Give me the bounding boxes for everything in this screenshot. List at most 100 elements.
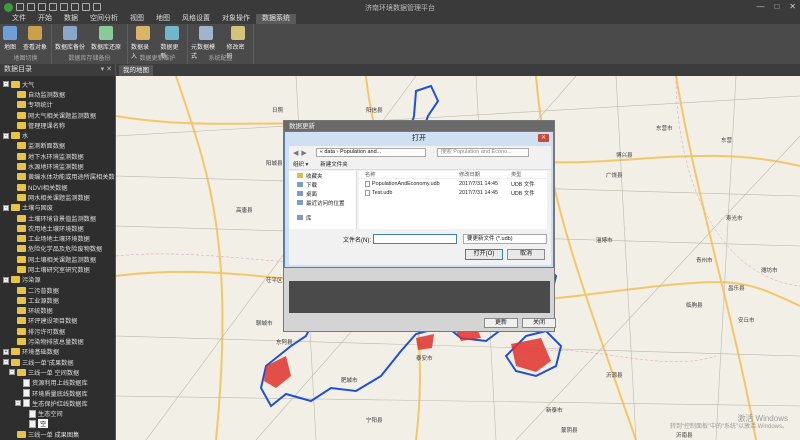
tree-item[interactable]: - 污染源 (0, 275, 115, 285)
collapse-icon[interactable]: - (3, 204, 9, 211)
tree-item[interactable]: - 三线一单”成果数据 (0, 357, 115, 367)
menu-object[interactable]: 对象操作 (216, 14, 256, 24)
tree-item[interactable]: 三线一单 成果图集 (0, 429, 115, 439)
nav-libraries[interactable]: 库 (289, 213, 356, 222)
open-icon[interactable] (27, 3, 35, 11)
tree-item[interactable]: 生态空间 (0, 409, 115, 419)
collapse-icon[interactable]: - (3, 276, 9, 283)
cancel-button[interactable]: 取消 (507, 249, 545, 260)
maximize-button[interactable]: □ (774, 2, 779, 11)
menu-spatial-analysis[interactable]: 空间分析 (84, 14, 124, 24)
file-list-header: 名称 修改日期 类型 (359, 171, 547, 179)
close-dialog-button[interactable]: 关闭 (522, 318, 556, 328)
column-date[interactable]: 修改日期 (459, 171, 511, 178)
tree-item[interactable]: 工业场地土壤环境数据 (0, 233, 115, 243)
tree-item[interactable]: 监测断面数据 (0, 141, 115, 151)
search-input[interactable]: 搜索 Population and Econo... (436, 148, 529, 157)
tree-item[interactable]: 专项统计 (0, 100, 115, 110)
nav-downloads[interactable]: 下载 (289, 180, 356, 189)
collapse-icon[interactable]: - (3, 359, 9, 366)
redo-icon[interactable] (49, 3, 57, 11)
tree-item[interactable]: 环统数据 (0, 306, 115, 316)
filename-input[interactable] (373, 234, 457, 244)
map-place-label: 东阿县 (276, 340, 293, 346)
tree-item[interactable]: 污染物排放总量数据 (0, 336, 115, 346)
db-restore-button[interactable]: 数据库还原 (88, 26, 124, 51)
open-button[interactable]: 打开(O) (465, 249, 503, 260)
tree-item[interactable]: 二污普数据 (0, 285, 115, 295)
save-icon[interactable] (16, 3, 24, 11)
collapse-icon[interactable]: - (3, 81, 9, 88)
tree-item[interactable]: 危险化学品及危险废物数据 (0, 244, 115, 254)
tree-item[interactable]: 农用地土壤环境数据 (0, 223, 115, 233)
forward-arrow-icon[interactable]: ▶ (301, 149, 306, 157)
tree-item[interactable]: 地下水环境监测数据 (0, 151, 115, 161)
tree-item[interactable]: 环评建设项目数据 (0, 316, 115, 326)
menu-start[interactable]: 开始 (32, 14, 58, 24)
collapse-icon[interactable]: - (15, 400, 21, 407)
menu-map[interactable]: 地图 (150, 14, 176, 24)
map-button[interactable]: 地图 (0, 26, 20, 51)
column-name[interactable]: 名称 (359, 171, 459, 178)
menu-data-system[interactable]: 数据系统 (256, 14, 296, 24)
new-folder-button[interactable]: 新建文件夹 (320, 160, 348, 168)
tree-item[interactable]: - 大气 (0, 79, 115, 89)
tab-my-map[interactable]: 我的地图 (119, 65, 153, 76)
tree-item[interactable]: + 环境基础数据 (0, 347, 115, 357)
update-button[interactable]: 更新 (484, 318, 518, 328)
expand-icon[interactable]: + (3, 348, 9, 355)
db-backup-button[interactable]: 数据库备份 (52, 26, 88, 51)
nav-desktop[interactable]: 桌面 (289, 189, 356, 198)
tree-item-label: 水 (22, 133, 29, 141)
tree-item-label: 环境基础数据 (22, 349, 60, 357)
tree-item[interactable]: 工业源数据 (0, 295, 115, 305)
tree-item[interactable]: 网土壤研究室研究数据 (0, 264, 115, 274)
tree-item[interactable]: 水源地环境监测数据 (0, 161, 115, 171)
menu-view[interactable]: 视图 (124, 14, 150, 24)
column-type[interactable]: 类型 (511, 171, 547, 178)
tree-item[interactable]: 土壤环境背景值监测数据 (0, 213, 115, 223)
collapse-icon[interactable]: - (9, 369, 15, 376)
close-button[interactable]: ✕ (789, 2, 796, 11)
organize-button[interactable]: 组织 ▾ (293, 160, 308, 168)
tree-item[interactable]: 网大气相关课题监测数据 (0, 110, 115, 120)
view-object-button[interactable]: 查看对象 (20, 26, 50, 51)
tree-item[interactable]: 网水相关课题监测数据 (0, 192, 115, 202)
full-extent-icon[interactable] (93, 3, 101, 11)
open-dialog-close-button[interactable]: ✕ (538, 134, 549, 142)
undo-icon[interactable] (38, 3, 46, 11)
tree-item[interactable]: 黄编水体功能或用途所属相关数据 (0, 172, 115, 182)
menu-data[interactable]: 数据 (58, 14, 84, 24)
filetype-select[interactable]: 要更新文件 (*.udb) (463, 234, 547, 244)
minimize-button[interactable]: — (756, 2, 764, 11)
collapse-icon[interactable]: - (3, 132, 9, 139)
tree-item[interactable]: - 土壤与固废 (0, 203, 115, 213)
nav-favorites[interactable]: 收藏夹 (289, 171, 356, 180)
tree-item[interactable]: 网土壤相关课题监测数据 (0, 254, 115, 264)
file-row[interactable]: Test.udb 2017/7/31 14:45 UDB 文件 (359, 188, 547, 197)
tree-item[interactable]: 空 (0, 418, 115, 430)
pan-icon[interactable] (60, 3, 68, 11)
back-arrow-icon[interactable]: ◀ (293, 149, 298, 157)
tree-item[interactable]: - 生态保护红线数据库 (0, 398, 115, 408)
menu-file[interactable]: 文件 (6, 14, 32, 24)
nav-recent[interactable]: 最近访问的位置 (289, 198, 356, 207)
tree-item[interactable]: 环境质量底线数据库 (0, 388, 115, 398)
address-bar[interactable]: « data › Population and... (315, 148, 426, 157)
tree-item-label: 生态空间 (38, 411, 63, 419)
tree-item[interactable]: - 三线一单 空间数据 (0, 367, 115, 377)
tree-item[interactable]: -水 (0, 130, 115, 140)
zoom-out-icon[interactable] (82, 3, 90, 11)
folder-icon (11, 276, 20, 284)
tree-item[interactable]: 资源利用上线数据库 (0, 378, 115, 388)
zoom-in-icon[interactable] (71, 3, 79, 11)
tree-item[interactable]: 排污许可数据 (0, 326, 115, 336)
file-row[interactable]: PopulationAndEconomy.udb 2017/7/31 14:45… (359, 179, 547, 188)
tree-item[interactable]: 自动监测数据 (0, 89, 115, 99)
tree-item[interactable]: 管理理课名称 (0, 120, 115, 130)
open-dialog-titlebar: 打开 ✕ (285, 132, 553, 145)
menu-style[interactable]: 风格设置 (176, 14, 216, 24)
tree-item[interactable]: NDVI相关数据 (0, 182, 115, 192)
panel-pin-close[interactable]: ▾ ✕ (101, 64, 112, 76)
data-update-list[interactable] (289, 281, 550, 313)
